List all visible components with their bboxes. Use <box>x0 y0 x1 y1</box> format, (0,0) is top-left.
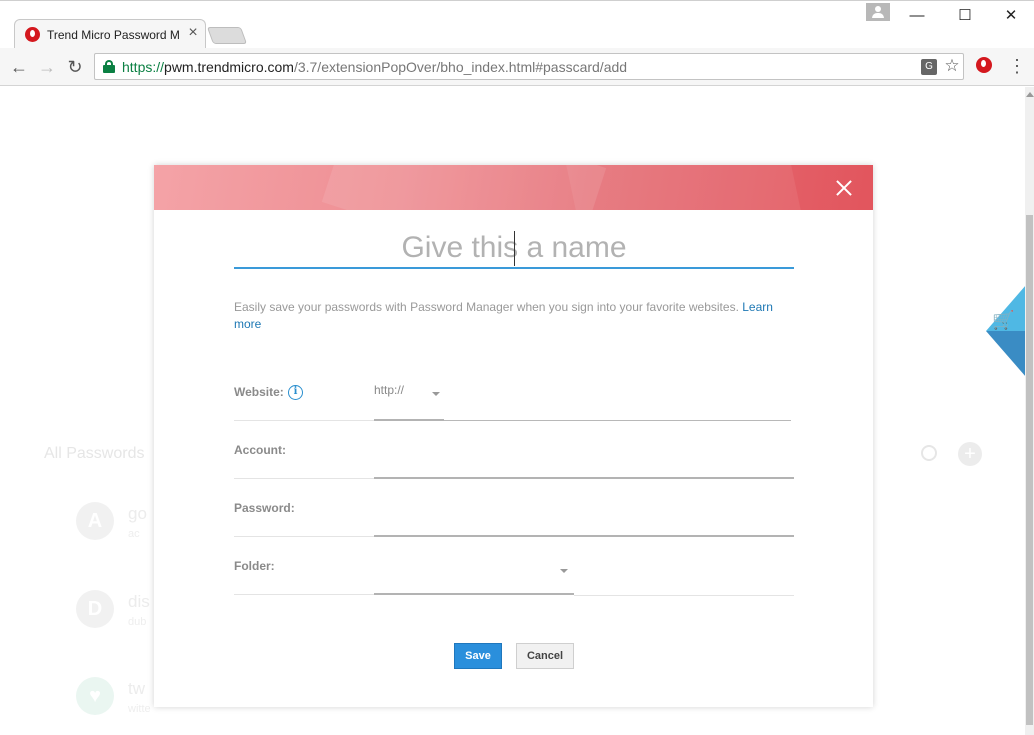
reload-button[interactable]: ↻ <box>64 56 86 78</box>
description-text: Easily save your passwords with Password… <box>234 300 773 331</box>
trend-micro-favicon-icon <box>25 27 40 42</box>
tab-close-icon[interactable]: × <box>185 25 201 41</box>
browser-toolbar: ← → ↻ https://pwm.trendmicro.com/3.7/ext… <box>0 48 1034 86</box>
tab-password-manager[interactable]: Trend Micro Password M × <box>14 19 206 49</box>
all-passwords-title: All Passwords <box>44 445 145 462</box>
tab-title: Trend Micro Password M <box>47 28 179 42</box>
tab-bar: Trend Micro Password M × — ☐ ✕ <box>0 0 1034 49</box>
add-icon: + <box>958 442 982 466</box>
label-divider <box>234 536 374 537</box>
avatar: D <box>76 590 114 628</box>
forward-button[interactable]: → <box>36 56 58 78</box>
password-label: Password: <box>234 501 295 515</box>
address-bar[interactable]: https://pwm.trendmicro.com/3.7/extension… <box>94 53 964 80</box>
list-item-sub: dub <box>128 616 147 628</box>
dialog-header <box>154 165 873 210</box>
bookmark-star-icon[interactable]: ☆ <box>943 56 961 76</box>
website-input[interactable] <box>450 387 790 407</box>
account-input[interactable] <box>374 447 792 471</box>
label-divider <box>234 594 374 595</box>
url-scheme-value: http:// <box>374 383 405 397</box>
chrome-menu-icon[interactable]: ⋮ <box>1008 56 1026 78</box>
close-dialog-icon[interactable] <box>835 179 853 197</box>
maximize-button[interactable]: ☐ <box>942 1 988 31</box>
password-underline <box>374 535 794 537</box>
label-divider <box>234 420 374 421</box>
close-window-button[interactable]: ✕ <box>988 1 1034 31</box>
list-item-name: dis <box>128 592 150 611</box>
list-item-sub: ac <box>128 528 140 540</box>
scroll-up-arrow-icon[interactable] <box>1026 92 1034 97</box>
chevron-down-icon <box>432 392 440 396</box>
avatar: ♥ <box>76 677 114 715</box>
folder-select[interactable] <box>374 559 574 593</box>
shopping-cart-tab[interactable]: 🛒 <box>986 285 1026 379</box>
website-label: Website: <box>234 385 284 399</box>
chevron-down-icon <box>560 569 568 573</box>
lock-icon <box>103 60 115 73</box>
url-text: https://pwm.trendmicro.com/3.7/extension… <box>122 59 628 75</box>
account-label: Account: <box>234 443 286 457</box>
folder-underline <box>374 593 574 595</box>
url-scheme-select[interactable]: http:// <box>374 383 444 405</box>
list-item-name: go <box>128 504 147 523</box>
avatar: A <box>76 502 114 540</box>
website-underline <box>444 420 791 421</box>
page-scrollbar[interactable] <box>1025 87 1034 735</box>
browser-window: Trend Micro Password M × — ☐ ✕ ← → ↻ htt… <box>0 0 1034 735</box>
label-divider <box>234 478 374 479</box>
profile-icon[interactable] <box>866 3 890 21</box>
folder-row-divider <box>574 595 794 596</box>
folder-label: Folder: <box>234 559 275 573</box>
password-input[interactable] <box>374 505 792 529</box>
text-caret <box>514 231 515 266</box>
cancel-button[interactable]: Cancel <box>516 643 574 669</box>
search-icon <box>921 445 937 461</box>
scheme-underline <box>374 419 444 421</box>
back-button[interactable]: ← <box>8 56 30 78</box>
list-item-sub: witte <box>128 703 151 715</box>
translate-icon[interactable]: G <box>921 59 937 75</box>
minimize-button[interactable]: — <box>894 1 940 31</box>
scrollbar-thumb[interactable] <box>1026 215 1033 725</box>
save-button[interactable]: Save <box>454 643 502 669</box>
add-passcard-dialog: Easily save your passwords with Password… <box>154 165 873 707</box>
account-underline <box>374 477 794 479</box>
shopping-cart-icon: 🛒 <box>992 310 1015 330</box>
info-icon[interactable]: i <box>288 385 303 400</box>
trend-micro-extension-icon[interactable] <box>976 57 992 73</box>
list-item-name: tw <box>128 679 145 698</box>
new-tab-button[interactable] <box>206 27 248 44</box>
